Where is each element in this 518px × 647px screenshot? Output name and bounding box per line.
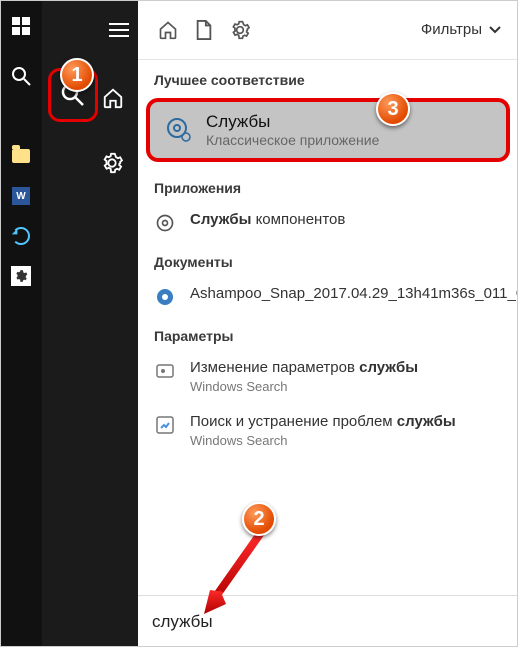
taskbar: W [0, 0, 42, 647]
best-match-item[interactable]: Службы Классическое приложение [146, 98, 510, 162]
best-match-title: Службы [206, 112, 379, 132]
services-gear-icon [166, 117, 192, 143]
annotation-arrow [200, 530, 270, 620]
group-apps-label: Приложения [138, 168, 518, 202]
search-taskbar-button[interactable] [0, 56, 42, 96]
group-params-label: Параметры [138, 316, 518, 350]
home-icon[interactable] [98, 77, 128, 119]
settings-gear-icon[interactable] [96, 142, 128, 184]
hamburger-icon[interactable] [109, 23, 129, 37]
doc-result-text: Ashampoo_Snap_2017.04.29_13h41m36s_011_С… [190, 284, 518, 304]
app-result-item[interactable]: Службы компонентов [138, 202, 518, 242]
gear-result-icon[interactable] [222, 12, 258, 48]
annotation-bubble-3: 3 [376, 92, 410, 126]
home-result-icon[interactable] [150, 12, 186, 48]
word-button[interactable]: W [0, 176, 42, 216]
chevron-down-icon [488, 23, 502, 37]
group-best-match-label: Лучшее соответствие [138, 60, 518, 94]
search-left-column [42, 0, 138, 647]
settings-app-button[interactable] [0, 256, 42, 296]
group-docs-label: Документы [138, 242, 518, 276]
search-input-row [138, 595, 518, 647]
results-toolbar: Фильтры [138, 0, 518, 60]
component-services-icon [154, 212, 176, 234]
troubleshoot-icon [154, 414, 176, 436]
snapdoc-icon [154, 286, 176, 308]
filters-dropdown[interactable]: Фильтры [421, 21, 502, 38]
param-result-item[interactable]: Поиск и устранение проблем службыWindows… [138, 404, 518, 458]
filters-label: Фильтры [421, 21, 482, 38]
start-button[interactable] [0, 6, 42, 46]
param-icon [154, 360, 176, 382]
file-explorer-button[interactable] [0, 136, 42, 176]
annotation-bubble-2: 2 [242, 502, 276, 536]
doc-result-item[interactable]: Ashampoo_Snap_2017.04.29_13h41m36s_011_С… [138, 276, 518, 316]
document-result-icon[interactable] [186, 12, 222, 48]
refresh-app-button[interactable] [0, 216, 42, 256]
search-results-panel: Фильтры Лучшее соответствие Службы Класс… [138, 0, 518, 647]
annotation-bubble-1: 1 [60, 58, 94, 92]
best-match-subtitle: Классическое приложение [206, 132, 379, 148]
param-result-item[interactable]: Изменение параметров службыWindows Searc… [138, 350, 518, 404]
